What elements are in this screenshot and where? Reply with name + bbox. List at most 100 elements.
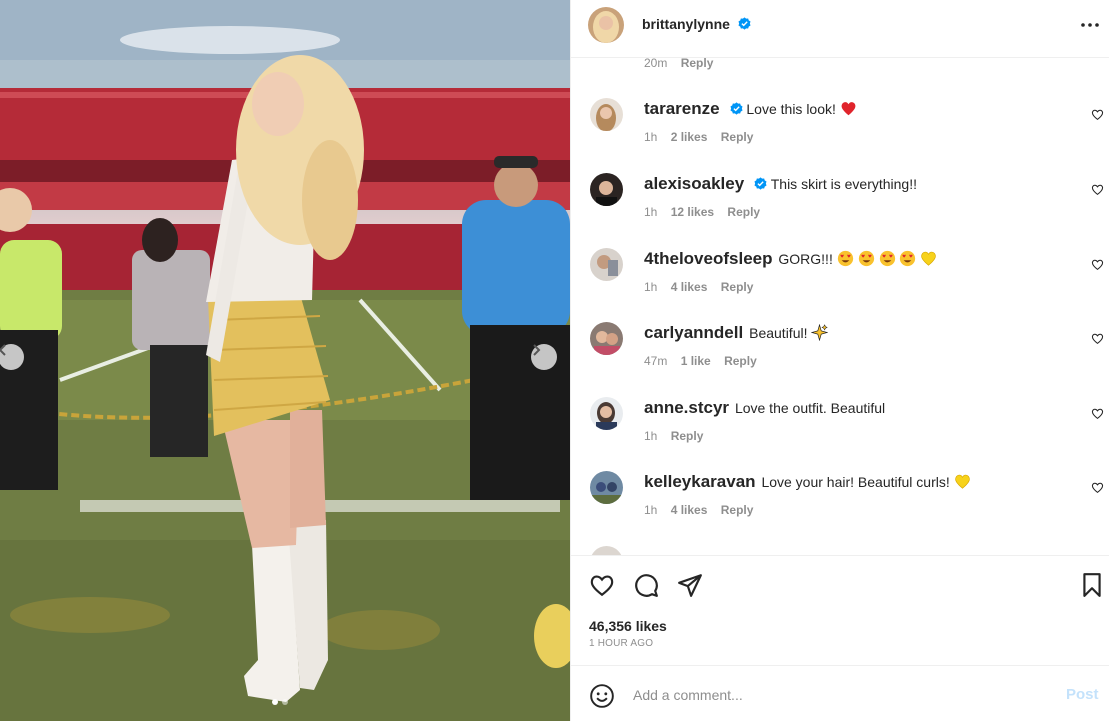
caption-meta: 20m Reply <box>644 58 723 70</box>
likes-count[interactable]: 46,356 likes <box>589 618 667 634</box>
comment-reply-button[interactable]: Reply <box>721 130 754 144</box>
comment-text: carlyanndell Beautiful! <box>644 323 829 343</box>
comment-reply-button[interactable]: Reply <box>727 205 760 219</box>
comment-body: Love this look! <box>746 101 836 117</box>
verified-badge-icon <box>738 17 751 30</box>
avatar-image <box>590 546 623 555</box>
commenter-avatar-partial[interactable] <box>590 546 623 555</box>
comment-body: Love the outfit. Beautiful <box>734 400 886 416</box>
comment-item: 4theloveofsleep GORG!!! 1h 4 likes Reply <box>571 248 1109 322</box>
avatar-image <box>590 248 623 281</box>
comment-time: 1h <box>644 205 658 219</box>
commenter-avatar[interactable] <box>590 173 623 206</box>
like-comment-heart-icon[interactable] <box>1091 481 1104 494</box>
comment-body: GORG!!! <box>778 251 833 267</box>
carousel-indicator <box>272 699 288 705</box>
comment-input[interactable] <box>633 682 1033 708</box>
comment-likes[interactable]: 4 likes <box>671 280 708 294</box>
more-options-button[interactable] <box>1077 13 1103 37</box>
comment-reply-button[interactable]: Reply <box>721 280 754 294</box>
commenter-avatar[interactable] <box>590 248 623 281</box>
commenter-username[interactable]: alexisoakley <box>644 174 744 193</box>
carousel-dot <box>282 699 288 705</box>
comment-reply-button[interactable]: Reply <box>721 503 754 517</box>
comment-reply-button[interactable]: Reply <box>671 429 704 443</box>
yellow-heart-emoji-icon <box>921 251 937 266</box>
commenter-avatar[interactable] <box>590 397 623 430</box>
post-comment-button[interactable]: Post <box>1066 686 1099 703</box>
commenter-username[interactable]: carlyanndell <box>644 323 743 342</box>
post-photo[interactable] <box>0 0 570 721</box>
like-comment-heart-icon[interactable] <box>1091 407 1104 420</box>
commenter-avatar[interactable] <box>590 322 623 355</box>
comment-icon[interactable] <box>633 572 659 598</box>
comment-meta: 1h 4 likes Reply <box>644 280 763 294</box>
heart-eyes-emoji-icon <box>879 250 895 267</box>
comment-item: carlyanndell Beautiful! 47m 1 like Reply <box>571 322 1109 396</box>
heart-eyes-emoji-icon <box>900 250 916 267</box>
comment-likes[interactable]: 4 likes <box>671 503 708 517</box>
verified-badge-icon <box>729 102 743 115</box>
comment-text: tararenze Love this look! <box>644 99 857 119</box>
avatar-image <box>588 7 624 43</box>
avatar-image <box>590 397 623 430</box>
heart-eyes-emoji-icon <box>858 250 874 267</box>
comment-text: alexisoakley This skirt is everything!! <box>644 174 917 194</box>
commenter-username[interactable]: anne.stcyr <box>644 398 729 417</box>
yellow-heart-emoji-icon <box>954 474 970 489</box>
comment-time: 1h <box>644 503 658 517</box>
author-username[interactable]: brittanylynne <box>642 16 751 32</box>
caption-reply-button[interactable]: Reply <box>681 58 714 70</box>
emoji-picker-icon[interactable] <box>589 683 615 709</box>
commenter-username[interactable]: kelleykaravan <box>644 472 756 491</box>
like-comment-heart-icon[interactable] <box>1091 108 1104 121</box>
comment-item: anne.stcyr Love the outfit. Beautiful 1h… <box>571 397 1109 471</box>
comment-reply-button[interactable]: Reply <box>724 354 757 368</box>
post-timestamp[interactable]: 1 HOUR AGO <box>589 638 653 649</box>
comment-text: kelleykaravan Love your hair! Beautiful … <box>644 472 971 492</box>
avatar-image <box>590 322 623 355</box>
comment-text: anne.stcyr Love the outfit. Beautiful <box>644 398 885 418</box>
comment-item: alexisoakley This skirt is everything!! … <box>571 173 1109 247</box>
comment-meta: 1h 2 likes Reply <box>644 130 763 144</box>
avatar-image <box>590 471 623 504</box>
avatar-image <box>590 173 623 206</box>
post-actions: 46,356 likes 1 HOUR AGO <box>571 555 1109 665</box>
like-comment-heart-icon[interactable] <box>1091 258 1104 271</box>
heart-icon[interactable] <box>589 572 615 598</box>
comment-likes[interactable]: 2 likes <box>671 130 708 144</box>
photo-illustration <box>0 0 570 721</box>
commenter-avatar[interactable] <box>590 98 623 131</box>
commenter-avatar[interactable] <box>590 471 623 504</box>
comment-likes[interactable]: 1 like <box>681 354 711 368</box>
comment-item: kelleykaravan Love your hair! Beautiful … <box>571 471 1109 545</box>
author-avatar[interactable] <box>588 7 624 43</box>
comments-list[interactable]: 20m Reply tararenze Love this look! 1h 2… <box>571 58 1109 555</box>
like-comment-heart-icon[interactable] <box>1091 332 1104 345</box>
heart-eyes-emoji-icon <box>837 250 853 267</box>
caption-time: 20m <box>644 58 668 70</box>
comment-text: 4theloveofsleep GORG!!! <box>644 249 937 269</box>
comment-item: tararenze Love this look! 1h 2 likes Rep… <box>571 98 1109 172</box>
chevron-left-icon <box>0 344 6 356</box>
commenter-username[interactable]: 4theloveofsleep <box>644 249 773 268</box>
red-heart-emoji-icon <box>841 102 856 116</box>
author-username-text[interactable]: brittanylynne <box>642 16 730 32</box>
bookmark-icon[interactable] <box>1079 572 1105 598</box>
like-comment-heart-icon[interactable] <box>1091 183 1104 196</box>
avatar-image <box>590 98 623 131</box>
more-horizontal-icon <box>1081 23 1099 27</box>
commenter-username[interactable]: tararenze <box>644 99 720 118</box>
comment-body: Love your hair! Beautiful curls! <box>761 474 950 490</box>
comment-likes[interactable]: 12 likes <box>671 205 714 219</box>
comment-body: Beautiful! <box>749 325 808 341</box>
next-photo-button[interactable] <box>531 344 557 370</box>
post-side-panel: brittanylynne 20m Reply tararenze Love t… <box>570 0 1109 721</box>
comment-time: 1h <box>644 280 658 294</box>
chevron-right-icon <box>533 344 541 356</box>
comment-time: 47m <box>644 354 668 368</box>
sparkles-emoji-icon <box>811 324 829 341</box>
comment-meta: 47m 1 like Reply <box>644 354 767 368</box>
send-icon[interactable] <box>677 572 703 598</box>
comment-time: 1h <box>644 429 658 443</box>
